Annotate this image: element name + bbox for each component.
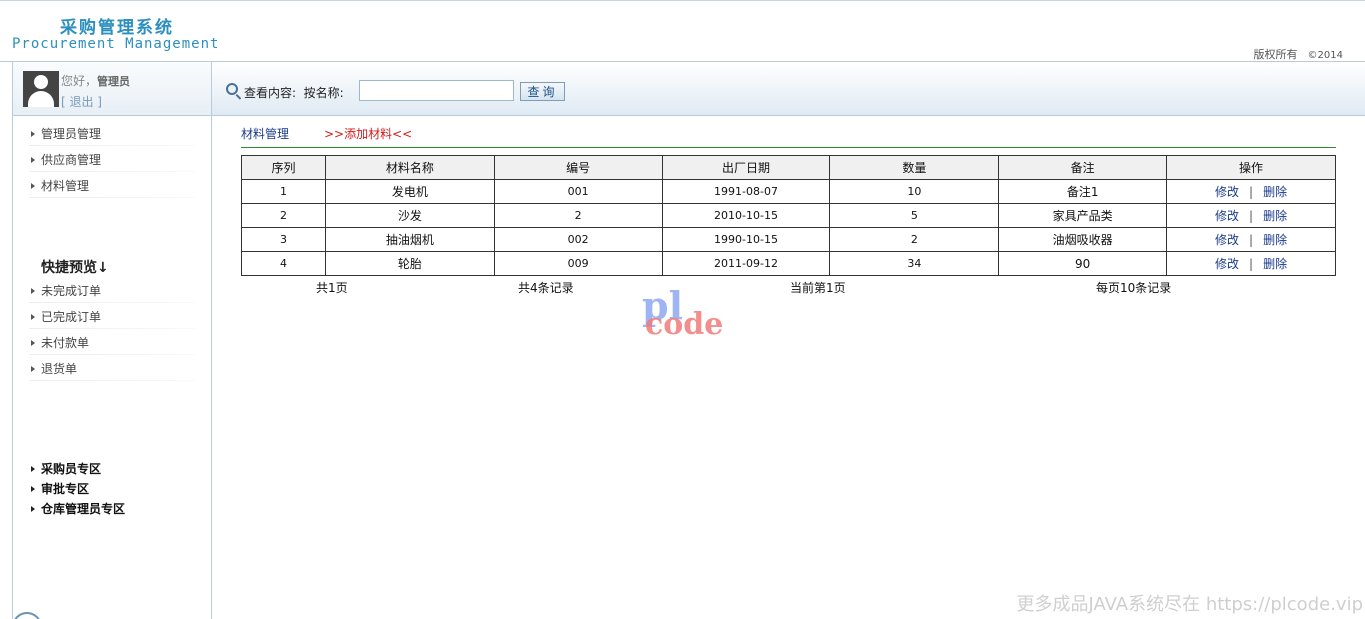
search-button[interactable]: 查询 <box>520 82 565 101</box>
table-header-row: 序列 材料名称 编号 出厂日期 数量 备注 操作 <box>241 155 1336 180</box>
cell-remark: 备注1 <box>998 179 1168 204</box>
col-header-code: 编号 <box>493 155 663 180</box>
material-table: 序列 材料名称 编号 出厂日期 数量 备注 操作 1 发电机 001 1991-… <box>241 155 1336 276</box>
cell-code: 001 <box>493 179 663 204</box>
watermark-bottom: code <box>645 307 724 342</box>
edit-link[interactable]: 修改 <box>1215 209 1239 223</box>
cell-date: 2010-10-15 <box>661 203 831 228</box>
cell-quantity: 34 <box>829 251 1000 276</box>
search-bar: 查看内容: 按名称: 查询 <box>212 62 1365 116</box>
app-header: 采购管理系统 Procurement Management 版权所有 ©2014 <box>0 0 1365 62</box>
action-separator: | <box>1249 233 1254 247</box>
cell-actions: 修改 | 删除 <box>1166 203 1336 228</box>
user-panel: 您好，管理员 [ 退出 ] <box>13 62 211 116</box>
cell-actions: 修改 | 删除 <box>1166 251 1336 276</box>
action-separator: | <box>1249 185 1254 199</box>
copyright-year: ©2014 <box>1307 50 1343 61</box>
cell-name: 抽油烟机 <box>324 227 495 252</box>
sidebar-item-supplier[interactable]: 供应商管理 <box>13 147 211 173</box>
logout-link[interactable]: [ 退出 ] <box>61 93 102 110</box>
avatar <box>23 71 59 107</box>
cell-date: 2011-09-12 <box>661 251 831 276</box>
col-header-actions: 操作 <box>1166 155 1336 180</box>
edit-link[interactable]: 修改 <box>1215 233 1239 247</box>
app-title-en: Procurement Management <box>12 36 220 52</box>
sidebar-item-finished-orders[interactable]: 已完成订单 <box>13 304 211 330</box>
sidebar-item-purchaser-zone[interactable]: 采购员专区 <box>13 459 211 479</box>
cell-quantity: 10 <box>829 179 1000 204</box>
cell-index: 4 <box>241 251 326 276</box>
quick-preview-title: 快捷预览↓ <box>41 260 109 276</box>
cell-quantity: 2 <box>829 227 1000 252</box>
col-header-date: 出厂日期 <box>661 155 831 180</box>
copyright: 版权所有 ©2014 <box>1254 46 1343 62</box>
table-row: 2 沙发 2 2010-10-15 5 家具产品类 修改 | 删除 <box>241 203 1336 228</box>
sidebar-item-unfinished-orders[interactable]: 未完成订单 <box>13 278 211 304</box>
sidebar-item-material[interactable]: 材料管理 <box>13 173 211 199</box>
plcode-watermark-logo: pl code <box>642 283 742 345</box>
cell-quantity: 5 <box>829 203 1000 228</box>
cell-name: 沙发 <box>324 203 495 228</box>
search-input[interactable] <box>359 80 514 101</box>
cell-name: 轮胎 <box>324 251 495 276</box>
user-name: 管理员 <box>97 75 131 88</box>
sidebar-item-unpaid-orders[interactable]: 未付款单 <box>13 330 211 356</box>
col-header-name: 材料名称 <box>324 155 495 180</box>
user-greeting: 您好，管理员 <box>61 72 130 89</box>
delete-link[interactable]: 删除 <box>1263 257 1287 271</box>
cell-code: 2 <box>493 203 663 228</box>
cell-remark: 90 <box>998 251 1168 276</box>
divider <box>241 147 1336 148</box>
col-header-quantity: 数量 <box>829 155 1000 180</box>
delete-link[interactable]: 删除 <box>1263 233 1287 247</box>
table-row: 1 发电机 001 1991-08-07 10 备注1 修改 | 删除 <box>241 179 1336 204</box>
edit-link[interactable]: 修改 <box>1215 257 1239 271</box>
table-row: 3 抽油烟机 002 1990-10-15 2 油烟吸收器 修改 | 删除 <box>241 227 1336 252</box>
copyright-label: 版权所有 <box>1253 48 1298 61</box>
cell-actions: 修改 | 删除 <box>1166 227 1336 252</box>
pager-per-page: 每页10条记录 <box>1096 281 1172 295</box>
cell-remark: 家具产品类 <box>998 203 1168 228</box>
cell-name: 发电机 <box>324 179 495 204</box>
breadcrumb: 材料管理 <box>241 127 290 141</box>
main-nav: 管理员管理 供应商管理 材料管理 <box>13 116 211 199</box>
zone-nav: 采购员专区 审批专区 仓库管理员专区 <box>13 459 211 519</box>
footer-watermark-text: 更多成品JAVA系统尽在 https://plcode.vip <box>1016 594 1363 615</box>
search-icon <box>226 83 238 95</box>
pager-total-records: 共4条记录 <box>518 281 574 295</box>
cell-date: 1991-08-07 <box>661 179 831 204</box>
cell-remark: 油烟吸收器 <box>998 227 1168 252</box>
app-title-cn: 采购管理系统 <box>60 18 174 38</box>
greeting-text: 您好， <box>61 74 98 88</box>
sidebar: 您好，管理员 [ 退出 ] 管理员管理 供应商管理 材料管理 快捷预览↓ 未完成… <box>12 62 212 619</box>
sidebar-item-returns[interactable]: 退货单 <box>13 356 211 382</box>
cell-code: 002 <box>493 227 663 252</box>
pager-current-page: 当前第1页 <box>790 281 846 295</box>
cell-index: 2 <box>241 203 326 228</box>
edit-link[interactable]: 修改 <box>1215 185 1239 199</box>
cell-actions: 修改 | 删除 <box>1166 179 1336 204</box>
col-header-index: 序列 <box>241 155 326 180</box>
table-row: 4 轮胎 009 2011-09-12 34 90 修改 | 删除 <box>241 251 1336 276</box>
cell-date: 1990-10-15 <box>661 227 831 252</box>
add-material-link[interactable]: >>添加材料<< <box>324 125 412 142</box>
delete-link[interactable]: 删除 <box>1263 185 1287 199</box>
action-separator: | <box>1249 257 1254 271</box>
delete-link[interactable]: 删除 <box>1263 209 1287 223</box>
sidebar-item-admin[interactable]: 管理员管理 <box>13 121 211 147</box>
quick-nav: 未完成订单 已完成订单 未付款单 退货单 <box>13 278 211 382</box>
cell-code: 009 <box>493 251 663 276</box>
cell-index: 1 <box>241 179 326 204</box>
pager-total-pages: 共1页 <box>316 281 348 295</box>
sidebar-item-approval-zone[interactable]: 审批专区 <box>13 479 211 499</box>
cell-index: 3 <box>241 227 326 252</box>
action-separator: | <box>1249 209 1254 223</box>
search-label: 查看内容: 按名称: <box>244 86 344 100</box>
col-header-remark: 备注 <box>998 155 1168 180</box>
sidebar-item-warehouse-zone[interactable]: 仓库管理员专区 <box>13 499 211 519</box>
main-content: 查看内容: 按名称: 查询 材料管理 >>添加材料<< 序列 材料名称 编号 出… <box>212 62 1365 619</box>
